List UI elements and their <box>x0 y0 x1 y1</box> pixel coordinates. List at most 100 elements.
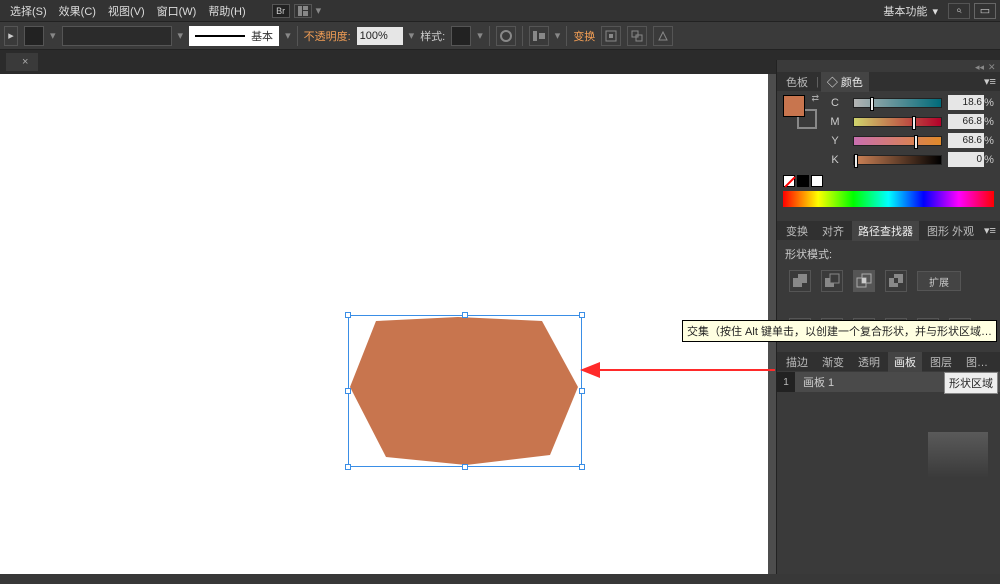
color-tab[interactable]: ◇ 颜色 <box>821 72 869 92</box>
magenta-value[interactable]: 66.8 <box>948 114 984 129</box>
selection-handle[interactable] <box>462 312 468 318</box>
artboard-thumbnail <box>928 432 988 478</box>
align-icon <box>532 29 546 43</box>
close-panel-icon[interactable]: ✕ <box>988 62 998 72</box>
selection-handle[interactable] <box>345 388 351 394</box>
transform-tab[interactable]: 变换 <box>780 221 814 241</box>
selection-handle[interactable] <box>579 388 585 394</box>
pathfinder-tabs: 变换 对齐 路径查找器 图形 外观 ▾≡ <box>777 221 1000 240</box>
graphic-style-swatch[interactable] <box>451 26 471 46</box>
arrange-docs-button[interactable] <box>294 4 312 18</box>
cyan-slider[interactable] <box>853 98 942 108</box>
menu-effect[interactable]: 效果(C) <box>53 3 102 19</box>
collapse-left-icon[interactable]: ◂◂ <box>975 62 985 72</box>
shape-area-flyout: 形状区域 <box>944 372 998 394</box>
black-slider[interactable] <box>853 155 942 165</box>
pct-label: % <box>984 116 994 128</box>
transform-link[interactable]: 变换 <box>573 28 595 44</box>
isolate-svg-icon <box>604 29 618 43</box>
recolor-icon[interactable] <box>496 26 516 46</box>
pathfinder-intersect-tooltip: 交集（按住 Alt 键单击，以创建一个复合形状，并与形状区域… <box>682 320 997 342</box>
panel-menu-icon[interactable]: ▾≡ <box>983 75 997 88</box>
black-value[interactable]: 0 <box>948 152 984 167</box>
selection-handle[interactable] <box>462 464 468 470</box>
opacity-label: 不透明度: <box>304 28 351 44</box>
cyan-label: C <box>823 97 847 109</box>
annotation-arrow <box>580 354 775 386</box>
pct-label: % <box>984 154 994 166</box>
document-tab[interactable]: × <box>6 53 38 71</box>
gradient-tab[interactable]: 渐变 <box>816 352 850 372</box>
selection-bounding-box <box>348 315 582 467</box>
cyan-value[interactable]: 18.6 <box>948 95 984 110</box>
exclude-icon[interactable] <box>885 270 907 292</box>
fill-stroke-toggle[interactable]: ⇄ <box>783 95 817 129</box>
fill-swatch[interactable] <box>24 26 44 46</box>
stroke-style-preview[interactable]: 基本 <box>189 26 279 46</box>
menu-help[interactable]: 帮助(H) <box>202 3 251 19</box>
artboards-panel-body: 1 画板 1 ▢ <box>777 372 1000 522</box>
pathfinder-tab[interactable]: 路径查找器 <box>852 221 919 241</box>
menu-window[interactable]: 窗口(W) <box>151 3 203 19</box>
stroke-tab[interactable]: 描边 <box>780 352 814 372</box>
pct-label: % <box>984 97 994 109</box>
color-panel-body: ⇄ C 18.6 % M 66.8 % Y 68.6 <box>777 91 1000 211</box>
menu-select[interactable]: 选择(S) <box>4 3 53 19</box>
transparency-tab[interactable]: 透明 <box>852 352 886 372</box>
selection-handle[interactable] <box>579 464 585 470</box>
yellow-label: Y <box>823 135 847 147</box>
color-wheel-icon <box>499 29 513 43</box>
edit-contents-icon[interactable] <box>653 26 673 46</box>
align-button[interactable] <box>529 26 549 46</box>
magenta-label: M <box>823 116 847 128</box>
selection-handle[interactable] <box>579 312 585 318</box>
black-label: K <box>823 154 847 166</box>
contents-svg-icon <box>656 29 670 43</box>
panel-collapse-icons: ◂◂ ✕ <box>975 62 998 72</box>
opacity-input[interactable]: 100% <box>357 27 403 45</box>
magenta-slider[interactable] <box>853 117 942 127</box>
more-tab[interactable]: 图… <box>960 352 994 372</box>
yellow-slider[interactable] <box>853 136 942 146</box>
lower-panel-tabs: 描边 渐变 透明 画板 图层 图… <box>777 352 1000 371</box>
selection-handle[interactable] <box>345 312 351 318</box>
appearance-tab[interactable]: 图形 外观 <box>921 221 980 241</box>
black-swatch[interactable] <box>797 175 809 187</box>
search-toggle-icon[interactable]: ⌕ <box>948 3 970 19</box>
workspace-switcher[interactable]: 基本功能 ▾ <box>877 3 944 19</box>
expand-button[interactable]: 扩展 <box>917 271 961 291</box>
white-swatch[interactable] <box>811 175 823 187</box>
stroke-color-dropdown[interactable] <box>62 26 172 46</box>
none-swatch-icon[interactable] <box>783 175 795 187</box>
yellow-value[interactable]: 68.6 <box>948 133 984 148</box>
intersect-icon[interactable] <box>853 270 875 292</box>
spectrum-bar[interactable] <box>783 191 994 207</box>
style-label: 样式: <box>420 28 445 44</box>
edit-clip-icon[interactable] <box>627 26 647 46</box>
arrange-docs-icon <box>298 6 308 16</box>
artboard-canvas[interactable] <box>0 74 768 580</box>
minus-front-icon[interactable] <box>821 270 843 292</box>
swatches-tab[interactable]: 色板 <box>780 72 814 92</box>
color-panel-tabs: 色板 | ◇ 颜色 ▾≡ <box>777 72 1000 91</box>
menubar: 选择(S) 效果(C) 视图(V) 窗口(W) 帮助(H) Br ▾ 基本功能 … <box>0 0 1000 22</box>
isolate-icon[interactable] <box>601 26 621 46</box>
artboard-index: 1 <box>777 372 795 392</box>
menu-view[interactable]: 视图(V) <box>102 3 151 19</box>
status-bar <box>0 574 1000 584</box>
unite-icon[interactable] <box>789 270 811 292</box>
artboards-tab[interactable]: 画板 <box>888 352 922 372</box>
panel-menu-icon[interactable]: ▾≡ <box>983 224 997 237</box>
bridge-button[interactable]: Br <box>272 4 290 18</box>
stroke-style-label: 基本 <box>251 28 273 44</box>
align-tab[interactable]: 对齐 <box>816 221 850 241</box>
tab-close-icon[interactable]: × <box>22 56 28 68</box>
shape-mode-label: 形状模式: <box>785 246 994 262</box>
pct-label: % <box>984 135 994 147</box>
workspace-label: 基本功能 <box>883 6 927 18</box>
layers-tab[interactable]: 图层 <box>924 352 958 372</box>
color-tab-label: 颜色 <box>841 77 863 89</box>
window-control-icon[interactable]: ▭ <box>974 3 996 19</box>
flyout-icon[interactable]: ▸ <box>4 26 18 46</box>
selection-handle[interactable] <box>345 464 351 470</box>
